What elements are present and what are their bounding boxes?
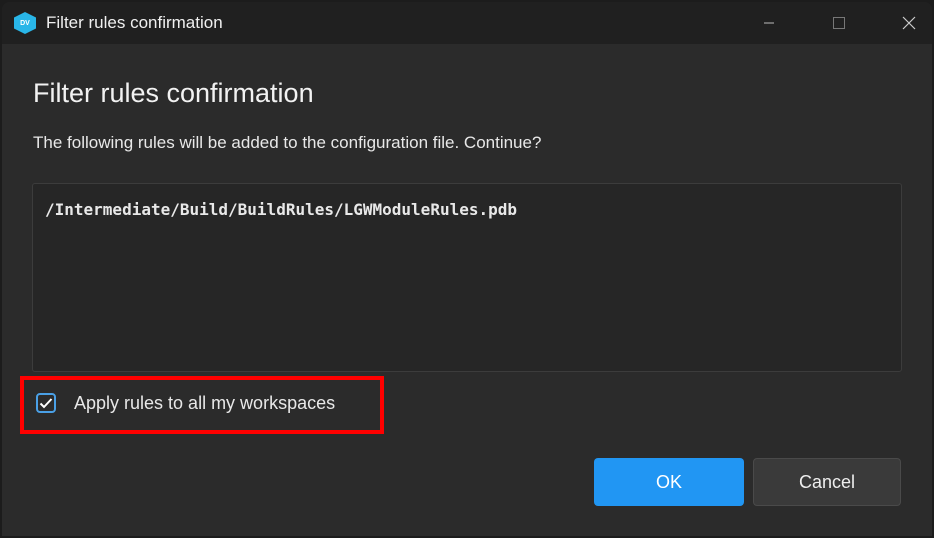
dialog-message: The following rules will be added to the… bbox=[33, 133, 542, 152]
minimize-button[interactable] bbox=[746, 2, 792, 44]
window-title: Filter rules confirmation bbox=[46, 13, 223, 32]
close-icon bbox=[902, 16, 916, 30]
title-bar: DV Filter rules confirmation bbox=[2, 2, 932, 44]
app-icon-text: DV bbox=[20, 19, 30, 27]
rule-item: /Intermediate/Build/BuildRules/LGWModule… bbox=[45, 200, 518, 219]
maximize-icon bbox=[833, 17, 845, 29]
maximize-button[interactable] bbox=[816, 2, 862, 44]
cancel-button[interactable]: Cancel bbox=[753, 458, 901, 506]
ok-button[interactable]: OK bbox=[594, 458, 744, 506]
close-button[interactable] bbox=[886, 2, 932, 44]
rules-list[interactable]: /Intermediate/Build/BuildRules/LGWModule… bbox=[32, 183, 902, 372]
minimize-icon bbox=[764, 22, 774, 24]
dialog-window: DV Filter rules confirmation Filter rule… bbox=[2, 2, 932, 536]
apply-all-label[interactable]: Apply rules to all my workspaces bbox=[74, 393, 335, 414]
app-icon: DV bbox=[14, 12, 36, 34]
checkmark-icon bbox=[39, 398, 53, 409]
dialog-heading: Filter rules confirmation bbox=[33, 78, 314, 108]
apply-all-checkbox[interactable] bbox=[36, 393, 56, 413]
